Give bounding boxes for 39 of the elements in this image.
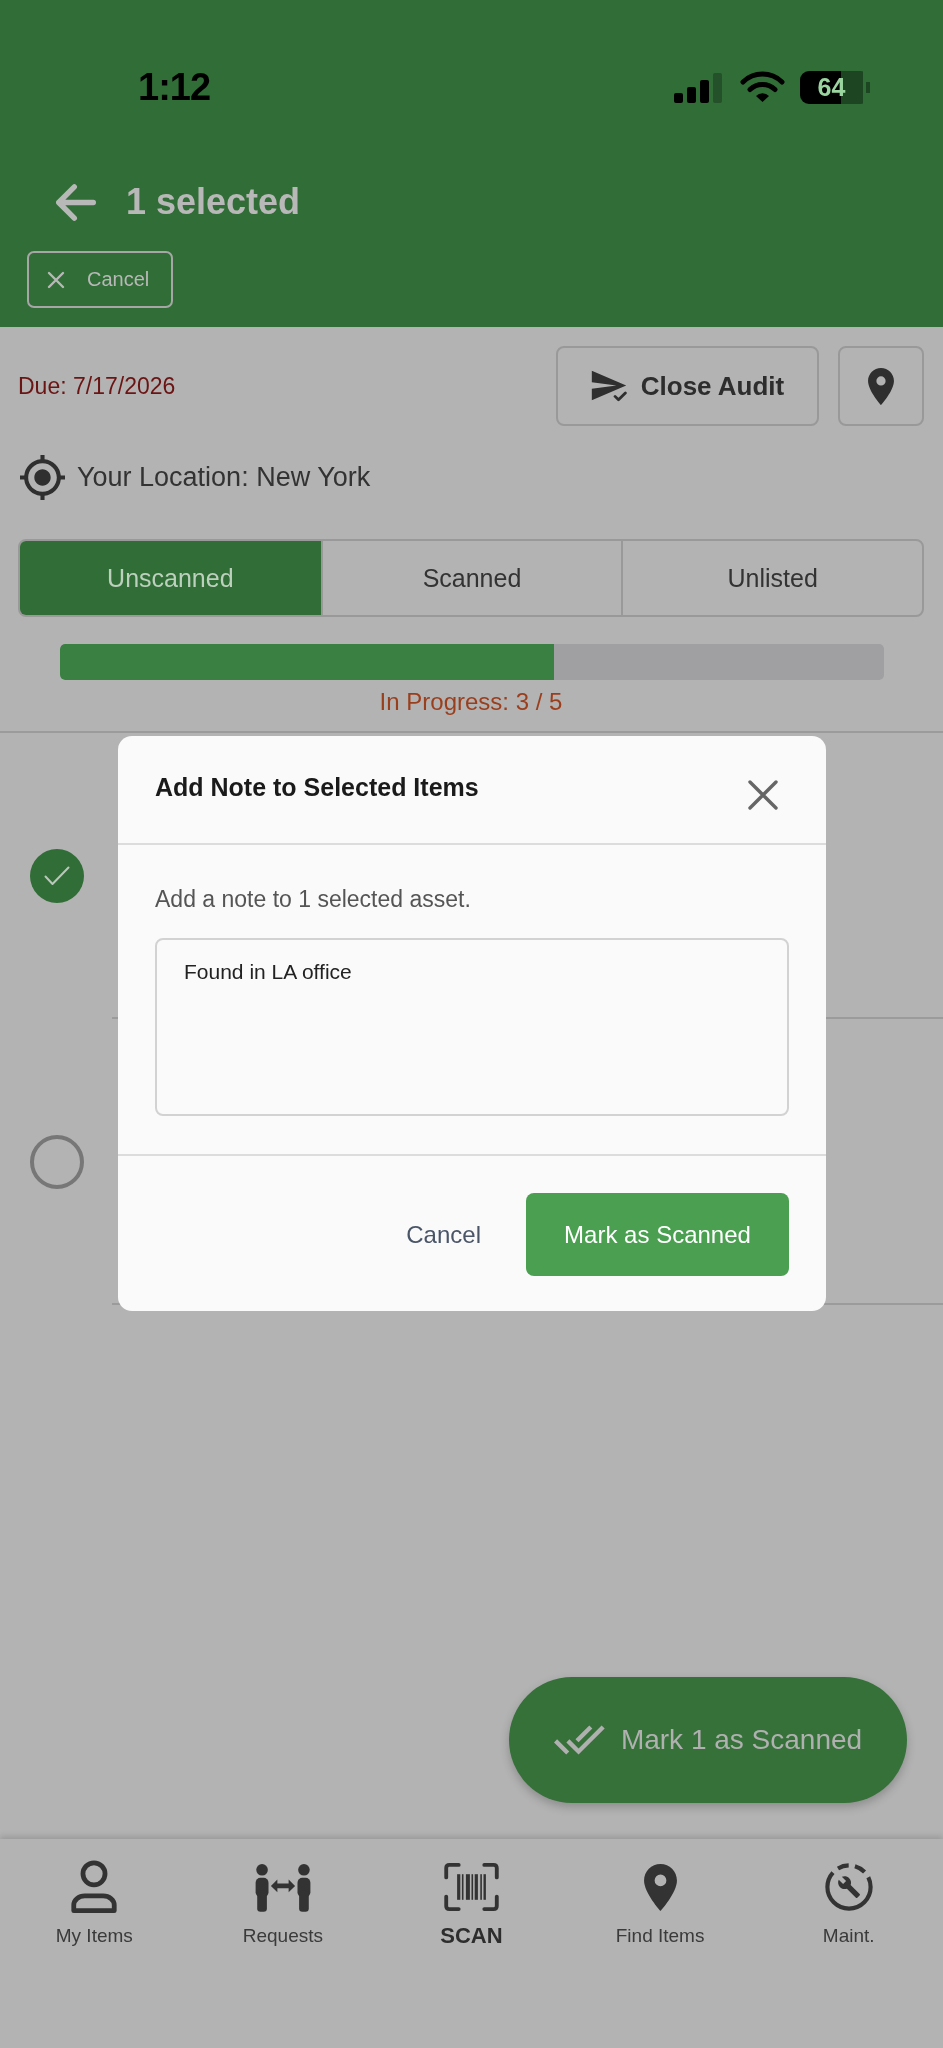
close-icon [47,270,65,289]
close-icon[interactable] [748,779,778,810]
crosshair-icon [20,455,65,500]
barcode-scan-icon [444,1863,499,1911]
back-arrow-icon[interactable] [56,183,96,221]
note-field[interactable]: Found in LA office [155,938,789,1116]
map-pin-icon [868,367,894,405]
cancel-button[interactable]: Cancel [27,251,173,308]
tab[interactable]: Unscanned [20,541,321,615]
close-audit-button[interactable]: Close Audit [556,346,819,426]
dialog-message: Add a note to 1 selected asset. [155,885,471,914]
nav-item[interactable]: Maint. [754,1839,943,1949]
double-check-icon [553,1725,605,1755]
status-time: 1:12 [138,65,211,109]
nav-item[interactable]: Find Items [565,1839,755,1949]
page-title: 1 selected [126,181,301,223]
location-button[interactable] [838,346,924,426]
wrench-circle-icon [824,1863,873,1911]
location-text: Your Location: New York [77,462,371,493]
nav-item[interactable]: SCAN [377,1839,566,1949]
mark-scanned-button[interactable]: Mark as Scanned [526,1193,789,1276]
wifi-icon [740,71,785,103]
person-icon [71,1860,118,1914]
dialog-title: Add Note to Selected Items [155,773,479,802]
people-exchange-icon [253,1862,312,1912]
cancel-button[interactable]: Cancel [388,1208,499,1261]
signal-icon [674,71,722,103]
map-pin-icon [643,1863,677,1911]
due-date: Due: 7/17/2026 [18,372,176,400]
send-check-icon [590,370,627,402]
nav-item[interactable]: Requests [188,1839,378,1949]
nav-item[interactable]: My Items [0,1839,189,1949]
checkbox[interactable] [30,1135,84,1189]
tab[interactable]: Unlisted [621,541,922,615]
checkbox[interactable] [30,849,84,903]
checkmark-icon [44,866,70,886]
tab[interactable]: Scanned [320,541,622,615]
progress-label: In Progress: 3 / 5 [379,688,563,715]
battery-indicator: 64 [800,70,870,104]
